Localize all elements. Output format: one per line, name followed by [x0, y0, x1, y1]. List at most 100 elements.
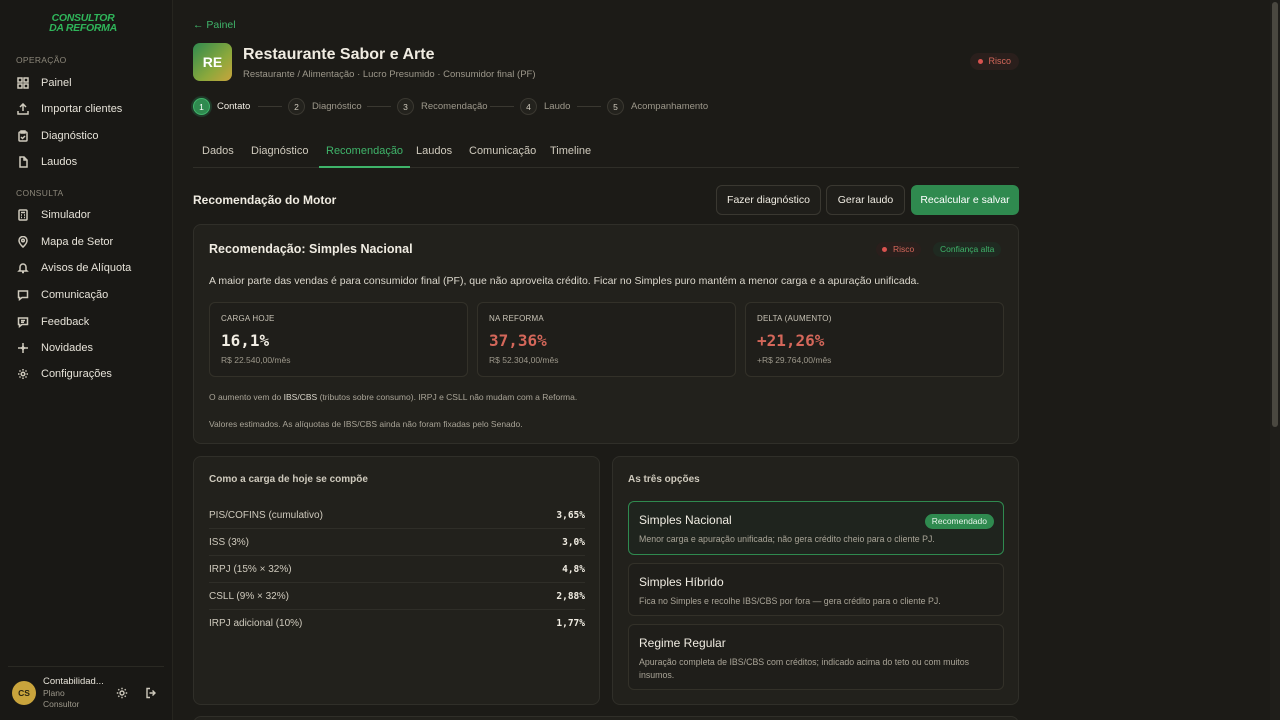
- tab-diagnostico[interactable]: Diagnóstico: [251, 145, 308, 168]
- step-recomendacao[interactable]: 3 Recomendação: [397, 98, 488, 115]
- row-value: 1,77%: [556, 618, 585, 629]
- sidebar-item-label: Mapa de Setor: [41, 236, 114, 248]
- recalcular-salvar-button[interactable]: Recalcular e salvar: [911, 185, 1019, 215]
- row-value: 2,88%: [556, 590, 585, 602]
- upload-icon: [17, 103, 29, 115]
- option-regime-regular[interactable]: Regime Regular Apuração completa de IBS/…: [628, 624, 1004, 690]
- sidebar-item-avisos-de-aliquota[interactable]: Avisos de Alíquota: [8, 256, 164, 280]
- step-number: 3: [397, 98, 414, 115]
- step-contato[interactable]: 1 Contato: [193, 98, 250, 115]
- sidebar-item-diagnostico[interactable]: Diagnóstico: [8, 124, 164, 148]
- status-badge-risk: Risco: [970, 53, 1019, 70]
- sidebar-item-label: Configurações: [41, 368, 112, 380]
- note-suffix: (tributos sobre consumo). IRPJ e CSLL nã…: [317, 392, 578, 402]
- option-description: Apuração completa de IBS/CBS com crédito…: [639, 657, 970, 680]
- stepper: 1 Contato 2 Diagnóstico 3 Recomendação 4…: [193, 98, 813, 116]
- row-label: ISS (3%): [209, 536, 250, 548]
- scrollbar-thumb[interactable]: [1272, 2, 1278, 427]
- metric-value: 16,1%: [221, 331, 270, 350]
- section-title: Recomendação do Motor: [193, 193, 337, 207]
- sun-icon[interactable]: [116, 687, 128, 699]
- tab-dados[interactable]: Dados: [202, 145, 234, 168]
- back-link[interactable]: ← Painel: [193, 19, 236, 31]
- tab-bar: Dados Diagnóstico Recomendação Laudos Co…: [193, 139, 1019, 168]
- sidebar-item-comunicacao[interactable]: Comunicação: [8, 283, 164, 307]
- sparkle-icon: [17, 342, 29, 354]
- sidebar-item-label: Novidades: [41, 342, 93, 354]
- metric-carga-hoje: CARGA HOJE 16,1% R$ 22.540,00/mês: [209, 302, 468, 377]
- table-row: CSLL (9% × 32%) 2,88%: [209, 583, 585, 610]
- row-label: PIS/COFINS (cumulativo): [209, 509, 323, 521]
- step-number: 2: [288, 98, 305, 115]
- sidebar-item-label: Avisos de Alíquota: [41, 262, 132, 274]
- option-simples-nacional[interactable]: Simples Nacional Recomendado Menor carga…: [628, 501, 1004, 555]
- tab-laudos[interactable]: Laudos: [416, 145, 452, 168]
- avatar[interactable]: CS: [12, 681, 36, 705]
- sidebar-item-label: Comunicação: [41, 289, 109, 301]
- metric-value: 37,36%: [489, 331, 547, 350]
- tab-comunicacao[interactable]: Comunicação: [469, 145, 536, 168]
- tab-timeline[interactable]: Timeline: [550, 145, 591, 168]
- client-avatar: RE: [193, 43, 232, 81]
- feedback-icon: [17, 316, 29, 328]
- option-description: Fica no Simples e recolhe IBS/CBS por fo…: [639, 596, 941, 606]
- composition-title: Como a carga de hoje se compõe: [209, 474, 368, 485]
- sidebar-item-importar-clientes[interactable]: Importar clientes: [8, 97, 164, 121]
- step-connector: [258, 106, 282, 107]
- sidebar-item-simulador[interactable]: Simulador: [8, 203, 164, 227]
- step-label: Diagnóstico: [312, 101, 362, 112]
- client-meta: Restaurante / Alimentação · Lucro Presum…: [243, 69, 536, 80]
- brand-logo[interactable]: CONSULTOR DA REFORMA: [42, 13, 124, 35]
- step-label: Contato: [217, 101, 251, 112]
- metric-label: NA REFORMA: [489, 314, 544, 323]
- tab-recomendacao[interactable]: Recomendação: [319, 145, 411, 168]
- chat-icon: [17, 289, 29, 301]
- step-acompanhamento[interactable]: 5 Acompanhamento: [607, 98, 708, 115]
- step-label: Laudo: [544, 101, 571, 112]
- step-connector: [490, 106, 514, 107]
- table-row: IRPJ adicional (10%) 1,77%: [209, 610, 585, 637]
- sidebar-item-label: Diagnóstico: [41, 130, 99, 142]
- row-value: 4,8%: [562, 563, 585, 575]
- section-label-operacao: OPERAÇÃO: [16, 55, 67, 65]
- fazer-diagnostico-button[interactable]: Fazer diagnóstico: [716, 185, 821, 215]
- sidebar-item-novidades[interactable]: Novidades: [8, 336, 164, 360]
- bell-icon: [17, 262, 29, 274]
- row-value: 3,0%: [562, 536, 585, 548]
- recommended-badge: Recomendado: [924, 514, 994, 529]
- recommendation-description: A maior parte das vendas é para consumid…: [209, 275, 920, 287]
- section-label-consulta: CONSULTA: [16, 188, 64, 198]
- metric-sub: R$ 52.304,00/mês: [489, 355, 559, 365]
- step-laudo[interactable]: 4 Laudo: [520, 98, 570, 115]
- composition-card: Como a carga de hoje se compõe PIS/COFIN…: [193, 456, 600, 705]
- metric-na-reforma: NA REFORMA 37,36% R$ 52.304,00/mês: [477, 302, 736, 377]
- row-value: 3,65%: [556, 509, 585, 521]
- sidebar-item-mapa-de-setor[interactable]: Mapa de Setor: [8, 230, 164, 254]
- metric-label: CARGA HOJE: [221, 314, 275, 323]
- option-simples-hibrido[interactable]: Simples Híbrido Fica no Simples e recolh…: [628, 563, 1004, 616]
- row-label: IRPJ (15% × 32%): [209, 563, 292, 575]
- sidebar-item-painel[interactable]: Painel: [8, 71, 164, 95]
- sidebar-item-label: Importar clientes: [41, 103, 123, 115]
- options-card: As três opções Simples Nacional Recomend…: [612, 456, 1019, 705]
- sidebar-item-label: Laudos: [41, 156, 78, 168]
- map-pin-icon: [17, 236, 29, 248]
- logout-icon[interactable]: [145, 687, 157, 699]
- user-plan: Plano Consultor: [43, 688, 80, 709]
- step-number: 1: [193, 98, 210, 115]
- step-label: Recomendação: [421, 101, 488, 112]
- step-diagnostico[interactable]: 2 Diagnóstico: [288, 98, 362, 115]
- step-connector: [577, 106, 601, 107]
- step-label: Acompanhamento: [631, 101, 709, 112]
- step-number: 5: [607, 98, 624, 115]
- sidebar-item-feedback[interactable]: Feedback: [8, 310, 164, 334]
- scrollbar[interactable]: [1270, 0, 1280, 720]
- table-row: IRPJ (15% × 32%) 4,8%: [209, 556, 585, 583]
- page-title: Restaurante Sabor e Arte: [243, 46, 435, 63]
- user-name: Contabilidad...: [43, 676, 104, 687]
- gerar-laudo-button[interactable]: Gerar laudo: [826, 185, 905, 215]
- sidebar-item-laudos[interactable]: Laudos: [8, 150, 164, 174]
- user-box: CS Contabilidad... Plano Consultor: [8, 666, 164, 720]
- calculator-icon: [17, 209, 29, 221]
- sidebar-item-configuracoes[interactable]: Configurações: [8, 362, 164, 386]
